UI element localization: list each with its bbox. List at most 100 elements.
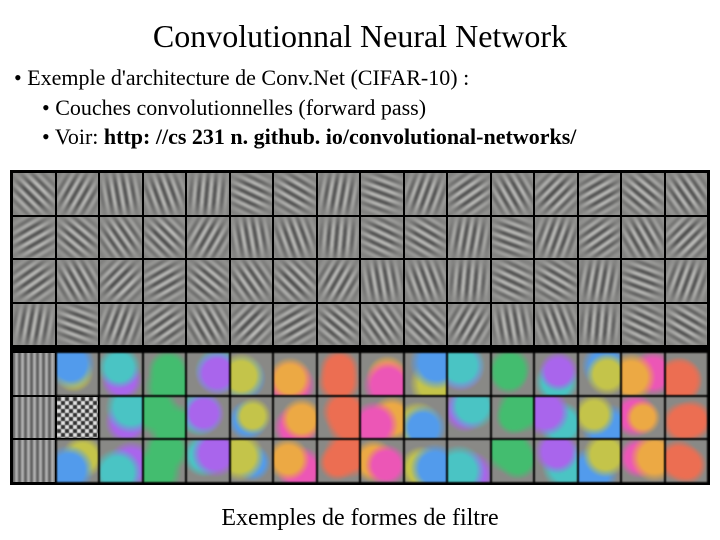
filter-cell: [535, 217, 577, 259]
filter-cell: [57, 304, 99, 346]
filter-cell: [361, 217, 403, 259]
filter-cell: [318, 173, 360, 215]
filter-cell: [405, 260, 447, 302]
filter-cell: [187, 260, 229, 302]
filter-cell: [361, 260, 403, 302]
filter-cell: [622, 440, 664, 482]
filter-cell: [535, 397, 577, 439]
filter-cell: [666, 260, 708, 302]
filter-figure: [10, 170, 710, 485]
filter-cell: [100, 260, 142, 302]
filter-cell: [492, 397, 534, 439]
filter-cell: [535, 260, 577, 302]
filter-cell: [318, 304, 360, 346]
filter-cell: [274, 397, 316, 439]
filter-cell: [274, 304, 316, 346]
filter-cell: [57, 217, 99, 259]
filter-cell: [535, 353, 577, 395]
bullet-l2b-prefix: Voir:: [55, 124, 104, 149]
filter-cell: [100, 304, 142, 346]
filter-cell: [448, 353, 490, 395]
filter-cell: [579, 217, 621, 259]
filter-cell: [144, 217, 186, 259]
figure-caption: Exemples de formes de filtre: [0, 505, 720, 532]
filter-cell: [187, 353, 229, 395]
filter-cell: [492, 353, 534, 395]
filter-cell: [579, 397, 621, 439]
filter-cell: [274, 217, 316, 259]
filter-cell: [666, 440, 708, 482]
filter-cell: [318, 440, 360, 482]
bullet-list: • Exemple d'architecture de Conv.Net (CI…: [0, 63, 720, 152]
filter-cell: [187, 304, 229, 346]
filter-cell: [318, 353, 360, 395]
filter-cell: [100, 440, 142, 482]
filter-cell: [622, 173, 664, 215]
filter-cell: [448, 397, 490, 439]
filter-cell: [274, 440, 316, 482]
filter-cell: [13, 397, 55, 439]
bullet-l2a-text: Couches convolutionnelles (forward pass): [55, 95, 426, 120]
filter-cell: [274, 353, 316, 395]
filter-cell: [405, 353, 447, 395]
filter-cell: [579, 260, 621, 302]
filter-cell: [13, 440, 55, 482]
filter-cell: [13, 353, 55, 395]
filter-grid-lower: [13, 351, 707, 482]
bullet-level2-b: • Voir: http: //cs 231 n. github. io/con…: [42, 122, 720, 152]
filter-cell: [57, 397, 99, 439]
filter-cell: [666, 353, 708, 395]
filter-cell: [13, 304, 55, 346]
filter-cell: [666, 173, 708, 215]
bullet-level1: • Exemple d'architecture de Conv.Net (CI…: [14, 63, 720, 93]
filter-grid-upper: [13, 173, 707, 345]
filter-cell: [622, 260, 664, 302]
bullet-l1-text: Exemple d'architecture de Conv.Net (CIFA…: [27, 65, 469, 90]
filter-cell: [448, 260, 490, 302]
slide-title: Convolutionnal Neural Network: [0, 18, 720, 55]
filter-cell: [361, 440, 403, 482]
filter-cell: [622, 397, 664, 439]
filter-cell: [579, 173, 621, 215]
filter-cell: [231, 217, 273, 259]
filter-cell: [274, 173, 316, 215]
filter-cell: [361, 173, 403, 215]
filter-cell: [100, 397, 142, 439]
filter-cell: [231, 397, 273, 439]
filter-cell: [405, 304, 447, 346]
filter-cell: [492, 260, 534, 302]
filter-cell: [100, 217, 142, 259]
filter-cell: [622, 304, 664, 346]
filter-cell: [57, 260, 99, 302]
filter-cell: [57, 173, 99, 215]
filter-cell: [622, 353, 664, 395]
filter-cell: [274, 260, 316, 302]
filter-cell: [187, 440, 229, 482]
filter-cell: [144, 173, 186, 215]
filter-cell: [231, 304, 273, 346]
filter-cell: [405, 397, 447, 439]
filter-cell: [666, 217, 708, 259]
filter-cell: [405, 217, 447, 259]
filter-cell: [448, 173, 490, 215]
filter-cell: [144, 260, 186, 302]
filter-cell: [492, 304, 534, 346]
filter-cell: [13, 173, 55, 215]
filter-cell: [666, 304, 708, 346]
filter-cell: [579, 353, 621, 395]
filter-cell: [666, 397, 708, 439]
filter-cell: [231, 440, 273, 482]
filter-cell: [100, 353, 142, 395]
filter-cell: [13, 260, 55, 302]
filter-cell: [622, 217, 664, 259]
filter-cell: [318, 260, 360, 302]
reference-link[interactable]: http: //cs 231 n. github. io/convolution…: [104, 124, 576, 149]
filter-cell: [318, 217, 360, 259]
slide: Convolutionnal Neural Network • Exemple …: [0, 0, 720, 540]
filter-cell: [361, 304, 403, 346]
filter-cell: [492, 173, 534, 215]
filter-cell: [361, 353, 403, 395]
filter-cell: [535, 173, 577, 215]
filter-cell: [231, 173, 273, 215]
filter-cell: [187, 397, 229, 439]
